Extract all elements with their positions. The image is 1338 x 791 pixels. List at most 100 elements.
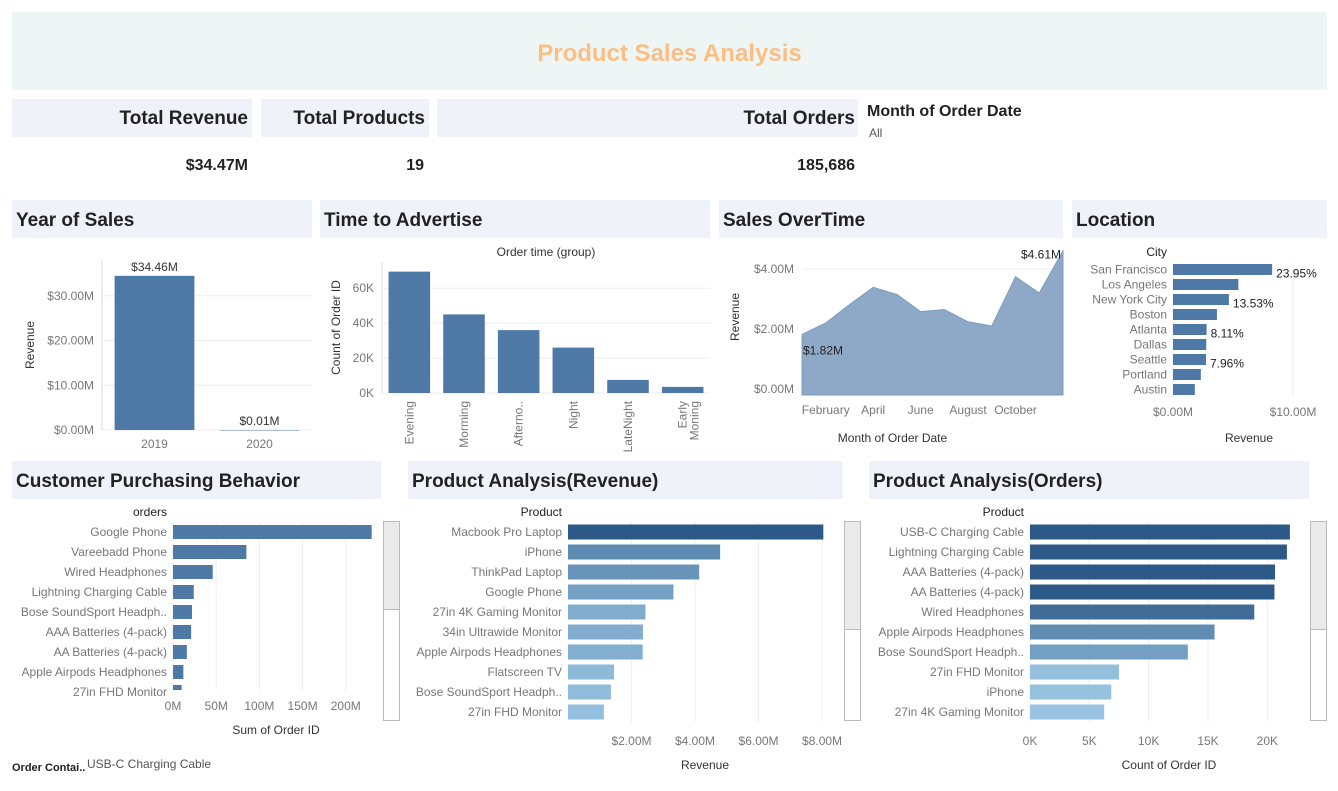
- x-tick-label: Moning: [688, 401, 702, 440]
- y-axis-title: Count of Order ID: [329, 280, 343, 375]
- bar: [568, 564, 700, 580]
- month-filter-value[interactable]: All: [869, 126, 882, 140]
- y-tick-label: 60K: [353, 281, 374, 295]
- x-tick-label: February: [802, 403, 850, 417]
- row-label: Vareebadd Phone: [71, 545, 167, 559]
- y-tick-label: $10.00M: [47, 378, 94, 392]
- prod-rev-scroll-thumb[interactable]: [845, 522, 860, 630]
- row-label: 27in 4K Gaming Monitor: [895, 705, 1024, 719]
- x-tick-label: $8.00M: [802, 734, 842, 748]
- data-label: $4.61M: [1021, 248, 1061, 262]
- x-tick-label: 20K: [1257, 734, 1278, 748]
- time-section-title: Time to Advertise: [324, 210, 483, 231]
- bar: [1030, 704, 1105, 720]
- kpi-total-products-label: Total Products: [293, 108, 425, 129]
- row-label: AA Batteries (4-pack): [911, 585, 1024, 599]
- bar: [568, 584, 674, 600]
- sales-overtime-chart: $0.00M $2.00M $4.00M February April June Augus…: [728, 248, 1064, 445]
- prod-rev-scrollbar[interactable]: [844, 521, 861, 721]
- row-label: Seattle: [1130, 353, 1168, 367]
- row-label: Apple Airpods Headphones: [417, 645, 562, 659]
- row-label: Bose SoundSport Headph..: [416, 685, 562, 699]
- bar: [1030, 584, 1275, 600]
- x-tick-label: 5K: [1082, 734, 1097, 748]
- x-tick-label: 100M: [244, 699, 274, 713]
- product-orders-chart: 0K 5K 10K 15K 20K Product USB-C Charging Cable…: [878, 505, 1290, 772]
- bar: [219, 429, 300, 431]
- x-tick-label: 150M: [288, 699, 318, 713]
- bar: [607, 379, 649, 393]
- chart-header: Order time (group): [497, 245, 596, 259]
- kpi-total-revenue-label: Total Revenue: [119, 108, 248, 129]
- row-label: 34in Ultrawide Monitor: [443, 625, 562, 639]
- behavior-scrollbar[interactable]: [383, 521, 400, 721]
- bar: [497, 330, 540, 393]
- prod-rev-section-title: Product Analysis(Revenue): [412, 471, 659, 492]
- bar: [173, 565, 213, 579]
- y-tick-label: $4.00M: [754, 262, 794, 276]
- row-label: Google Phone: [485, 585, 562, 599]
- row-header: orders: [133, 505, 167, 519]
- x-tick-label: 2020: [246, 437, 273, 451]
- prod-ord-scrollbar[interactable]: [1310, 521, 1327, 721]
- kpi-total-orders-value: 185,686: [797, 157, 855, 174]
- bar: [1173, 294, 1229, 305]
- x-tick-label: 10K: [1138, 734, 1159, 748]
- x-tick-label: $4.00M: [675, 734, 715, 748]
- location-section-title: Location: [1076, 210, 1156, 231]
- prod-ord-scroll-thumb[interactable]: [1311, 522, 1326, 630]
- x-tick-label: August: [949, 403, 987, 417]
- order-contains-label: Order Contai..: [12, 762, 86, 774]
- row-label: Bose SoundSport Headph..: [878, 645, 1024, 659]
- x-tick-label: $0.00M: [1153, 405, 1193, 419]
- location-chart: $0.00M $10.00M City San Francisco 23.95% Los …: [1090, 245, 1317, 445]
- bar: [1030, 644, 1188, 660]
- bar: [388, 271, 431, 393]
- x-tick-label: Night: [566, 400, 580, 429]
- x-tick-label: 0K: [1023, 734, 1038, 748]
- row-label: ThinkPad Laptop: [471, 565, 562, 579]
- behavior-section-title: Customer Purchasing Behavior: [16, 471, 301, 492]
- bar: [173, 545, 247, 559]
- row-label: AAA Batteries (4-pack): [46, 625, 167, 639]
- row-label: Los Angeles: [1102, 278, 1167, 292]
- bar: [1173, 369, 1201, 380]
- bar: [1030, 544, 1287, 560]
- data-label: 13.53%: [1233, 297, 1274, 311]
- order-contains-value[interactable]: USB-C Charging Cable: [87, 757, 211, 771]
- bar: [1030, 664, 1119, 680]
- x-tick-label: 2019: [141, 437, 168, 451]
- row-label: 27in FHD Monitor: [930, 665, 1024, 679]
- bar: [173, 525, 372, 539]
- x-tick-label: 50M: [205, 699, 228, 713]
- x-axis-title: Revenue: [1225, 431, 1273, 445]
- kpi-total-products-value: 19: [406, 157, 424, 174]
- row-label: Wired Headphones: [921, 605, 1024, 619]
- month-filter-title: Month of Order Date: [867, 103, 1022, 120]
- bar: [173, 665, 184, 679]
- bar: [1030, 524, 1290, 540]
- x-tick-label: $10.00M: [1270, 405, 1317, 419]
- y-tick-label: $2.00M: [754, 322, 794, 336]
- row-label: Portland: [1122, 368, 1167, 382]
- x-tick-label: $2.00M: [611, 734, 651, 748]
- year-section-title: Year of Sales: [16, 210, 135, 231]
- y-tick-label: 0K: [359, 386, 374, 400]
- bar: [1173, 309, 1217, 320]
- row-label: Google Phone: [90, 525, 167, 539]
- behavior-scroll-thumb[interactable]: [384, 522, 399, 610]
- row-label: iPhone: [525, 545, 563, 559]
- row-label: New York City: [1092, 293, 1167, 307]
- row-label: Atlanta: [1130, 323, 1168, 337]
- bar: [173, 645, 187, 659]
- bar: [568, 604, 646, 620]
- y-tick-label: $30.00M: [47, 289, 94, 303]
- row-label: USB-C Charging Cable: [900, 525, 1024, 539]
- bar: [173, 685, 182, 690]
- bar: [552, 347, 595, 393]
- bar: [1030, 604, 1255, 620]
- bar: [1173, 354, 1206, 365]
- row-label: 27in 4K Gaming Monitor: [433, 605, 562, 619]
- x-tick-label: October: [994, 403, 1037, 417]
- bar: [443, 314, 485, 393]
